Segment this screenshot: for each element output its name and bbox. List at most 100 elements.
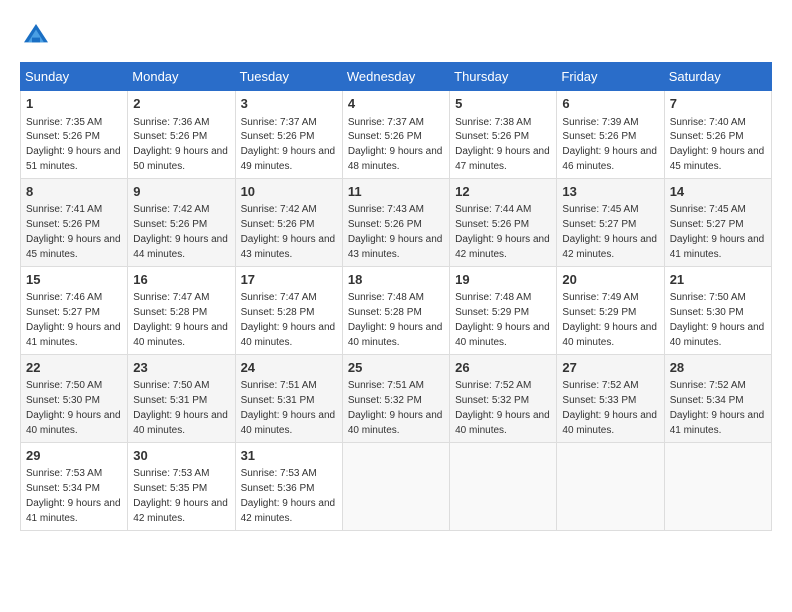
day-number: 4 bbox=[348, 95, 444, 113]
day-number: 19 bbox=[455, 271, 551, 289]
day-info: Sunrise: 7:50 AMSunset: 5:31 PMDaylight:… bbox=[133, 380, 228, 436]
day-number: 10 bbox=[241, 183, 337, 201]
day-info: Sunrise: 7:45 AMSunset: 5:27 PMDaylight:… bbox=[670, 204, 765, 260]
calendar-cell: 17 Sunrise: 7:47 AMSunset: 5:28 PMDaylig… bbox=[235, 266, 342, 354]
day-number: 17 bbox=[241, 271, 337, 289]
calendar-cell bbox=[450, 442, 557, 530]
day-number: 23 bbox=[133, 359, 229, 377]
day-number: 16 bbox=[133, 271, 229, 289]
day-info: Sunrise: 7:48 AMSunset: 5:28 PMDaylight:… bbox=[348, 292, 443, 348]
day-info: Sunrise: 7:41 AMSunset: 5:26 PMDaylight:… bbox=[26, 204, 121, 260]
day-info: Sunrise: 7:51 AMSunset: 5:32 PMDaylight:… bbox=[348, 380, 443, 436]
day-info: Sunrise: 7:39 AMSunset: 5:26 PMDaylight:… bbox=[562, 117, 657, 173]
day-number: 14 bbox=[670, 183, 766, 201]
day-number: 30 bbox=[133, 447, 229, 465]
day-info: Sunrise: 7:44 AMSunset: 5:26 PMDaylight:… bbox=[455, 204, 550, 260]
col-header-monday: Monday bbox=[128, 63, 235, 91]
col-header-wednesday: Wednesday bbox=[342, 63, 449, 91]
calendar-cell: 30 Sunrise: 7:53 AMSunset: 5:35 PMDaylig… bbox=[128, 442, 235, 530]
day-info: Sunrise: 7:53 AMSunset: 5:34 PMDaylight:… bbox=[26, 468, 121, 524]
calendar-week-5: 29 Sunrise: 7:53 AMSunset: 5:34 PMDaylig… bbox=[21, 442, 772, 530]
calendar-cell: 27 Sunrise: 7:52 AMSunset: 5:33 PMDaylig… bbox=[557, 354, 664, 442]
day-number: 3 bbox=[241, 95, 337, 113]
day-number: 29 bbox=[26, 447, 122, 465]
day-info: Sunrise: 7:52 AMSunset: 5:34 PMDaylight:… bbox=[670, 380, 765, 436]
page-header bbox=[20, 20, 772, 52]
calendar-cell: 31 Sunrise: 7:53 AMSunset: 5:36 PMDaylig… bbox=[235, 442, 342, 530]
day-info: Sunrise: 7:43 AMSunset: 5:26 PMDaylight:… bbox=[348, 204, 443, 260]
calendar-cell: 29 Sunrise: 7:53 AMSunset: 5:34 PMDaylig… bbox=[21, 442, 128, 530]
calendar-cell: 2 Sunrise: 7:36 AMSunset: 5:26 PMDayligh… bbox=[128, 91, 235, 179]
day-info: Sunrise: 7:50 AMSunset: 5:30 PMDaylight:… bbox=[26, 380, 121, 436]
calendar-cell: 12 Sunrise: 7:44 AMSunset: 5:26 PMDaylig… bbox=[450, 178, 557, 266]
day-number: 9 bbox=[133, 183, 229, 201]
day-number: 20 bbox=[562, 271, 658, 289]
day-info: Sunrise: 7:37 AMSunset: 5:26 PMDaylight:… bbox=[241, 117, 336, 173]
day-info: Sunrise: 7:51 AMSunset: 5:31 PMDaylight:… bbox=[241, 380, 336, 436]
day-number: 11 bbox=[348, 183, 444, 201]
logo bbox=[20, 20, 56, 52]
day-number: 28 bbox=[670, 359, 766, 377]
day-number: 5 bbox=[455, 95, 551, 113]
calendar-cell bbox=[557, 442, 664, 530]
day-number: 26 bbox=[455, 359, 551, 377]
calendar-week-1: 1 Sunrise: 7:35 AMSunset: 5:26 PMDayligh… bbox=[21, 91, 772, 179]
day-info: Sunrise: 7:53 AMSunset: 5:36 PMDaylight:… bbox=[241, 468, 336, 524]
calendar-cell: 21 Sunrise: 7:50 AMSunset: 5:30 PMDaylig… bbox=[664, 266, 771, 354]
day-number: 31 bbox=[241, 447, 337, 465]
calendar-header-row: SundayMondayTuesdayWednesdayThursdayFrid… bbox=[21, 63, 772, 91]
calendar-cell: 6 Sunrise: 7:39 AMSunset: 5:26 PMDayligh… bbox=[557, 91, 664, 179]
day-info: Sunrise: 7:38 AMSunset: 5:26 PMDaylight:… bbox=[455, 117, 550, 173]
calendar-cell: 28 Sunrise: 7:52 AMSunset: 5:34 PMDaylig… bbox=[664, 354, 771, 442]
day-number: 18 bbox=[348, 271, 444, 289]
calendar-cell: 14 Sunrise: 7:45 AMSunset: 5:27 PMDaylig… bbox=[664, 178, 771, 266]
calendar-cell: 26 Sunrise: 7:52 AMSunset: 5:32 PMDaylig… bbox=[450, 354, 557, 442]
day-info: Sunrise: 7:45 AMSunset: 5:27 PMDaylight:… bbox=[562, 204, 657, 260]
calendar-cell: 5 Sunrise: 7:38 AMSunset: 5:26 PMDayligh… bbox=[450, 91, 557, 179]
day-info: Sunrise: 7:47 AMSunset: 5:28 PMDaylight:… bbox=[241, 292, 336, 348]
calendar-cell: 25 Sunrise: 7:51 AMSunset: 5:32 PMDaylig… bbox=[342, 354, 449, 442]
day-number: 15 bbox=[26, 271, 122, 289]
day-info: Sunrise: 7:53 AMSunset: 5:35 PMDaylight:… bbox=[133, 468, 228, 524]
calendar-cell: 1 Sunrise: 7:35 AMSunset: 5:26 PMDayligh… bbox=[21, 91, 128, 179]
day-number: 7 bbox=[670, 95, 766, 113]
day-info: Sunrise: 7:52 AMSunset: 5:33 PMDaylight:… bbox=[562, 380, 657, 436]
calendar-cell: 3 Sunrise: 7:37 AMSunset: 5:26 PMDayligh… bbox=[235, 91, 342, 179]
day-info: Sunrise: 7:42 AMSunset: 5:26 PMDaylight:… bbox=[241, 204, 336, 260]
calendar-cell: 16 Sunrise: 7:47 AMSunset: 5:28 PMDaylig… bbox=[128, 266, 235, 354]
logo-icon bbox=[20, 20, 52, 52]
day-info: Sunrise: 7:48 AMSunset: 5:29 PMDaylight:… bbox=[455, 292, 550, 348]
day-number: 21 bbox=[670, 271, 766, 289]
day-info: Sunrise: 7:47 AMSunset: 5:28 PMDaylight:… bbox=[133, 292, 228, 348]
day-info: Sunrise: 7:35 AMSunset: 5:26 PMDaylight:… bbox=[26, 117, 121, 173]
calendar-cell: 18 Sunrise: 7:48 AMSunset: 5:28 PMDaylig… bbox=[342, 266, 449, 354]
col-header-sunday: Sunday bbox=[21, 63, 128, 91]
calendar-cell: 23 Sunrise: 7:50 AMSunset: 5:31 PMDaylig… bbox=[128, 354, 235, 442]
calendar-cell: 19 Sunrise: 7:48 AMSunset: 5:29 PMDaylig… bbox=[450, 266, 557, 354]
day-info: Sunrise: 7:40 AMSunset: 5:26 PMDaylight:… bbox=[670, 117, 765, 173]
col-header-thursday: Thursday bbox=[450, 63, 557, 91]
day-number: 8 bbox=[26, 183, 122, 201]
day-number: 27 bbox=[562, 359, 658, 377]
calendar-cell bbox=[342, 442, 449, 530]
day-number: 22 bbox=[26, 359, 122, 377]
col-header-friday: Friday bbox=[557, 63, 664, 91]
calendar-cell: 20 Sunrise: 7:49 AMSunset: 5:29 PMDaylig… bbox=[557, 266, 664, 354]
calendar-cell: 8 Sunrise: 7:41 AMSunset: 5:26 PMDayligh… bbox=[21, 178, 128, 266]
calendar-week-2: 8 Sunrise: 7:41 AMSunset: 5:26 PMDayligh… bbox=[21, 178, 772, 266]
calendar-cell: 7 Sunrise: 7:40 AMSunset: 5:26 PMDayligh… bbox=[664, 91, 771, 179]
day-info: Sunrise: 7:37 AMSunset: 5:26 PMDaylight:… bbox=[348, 117, 443, 173]
day-number: 13 bbox=[562, 183, 658, 201]
day-info: Sunrise: 7:36 AMSunset: 5:26 PMDaylight:… bbox=[133, 117, 228, 173]
day-info: Sunrise: 7:50 AMSunset: 5:30 PMDaylight:… bbox=[670, 292, 765, 348]
calendar-table: SundayMondayTuesdayWednesdayThursdayFrid… bbox=[20, 62, 772, 531]
calendar-cell: 13 Sunrise: 7:45 AMSunset: 5:27 PMDaylig… bbox=[557, 178, 664, 266]
day-number: 25 bbox=[348, 359, 444, 377]
calendar-cell: 22 Sunrise: 7:50 AMSunset: 5:30 PMDaylig… bbox=[21, 354, 128, 442]
calendar-week-4: 22 Sunrise: 7:50 AMSunset: 5:30 PMDaylig… bbox=[21, 354, 772, 442]
day-number: 12 bbox=[455, 183, 551, 201]
day-number: 24 bbox=[241, 359, 337, 377]
day-number: 6 bbox=[562, 95, 658, 113]
calendar-cell bbox=[664, 442, 771, 530]
calendar-cell: 11 Sunrise: 7:43 AMSunset: 5:26 PMDaylig… bbox=[342, 178, 449, 266]
